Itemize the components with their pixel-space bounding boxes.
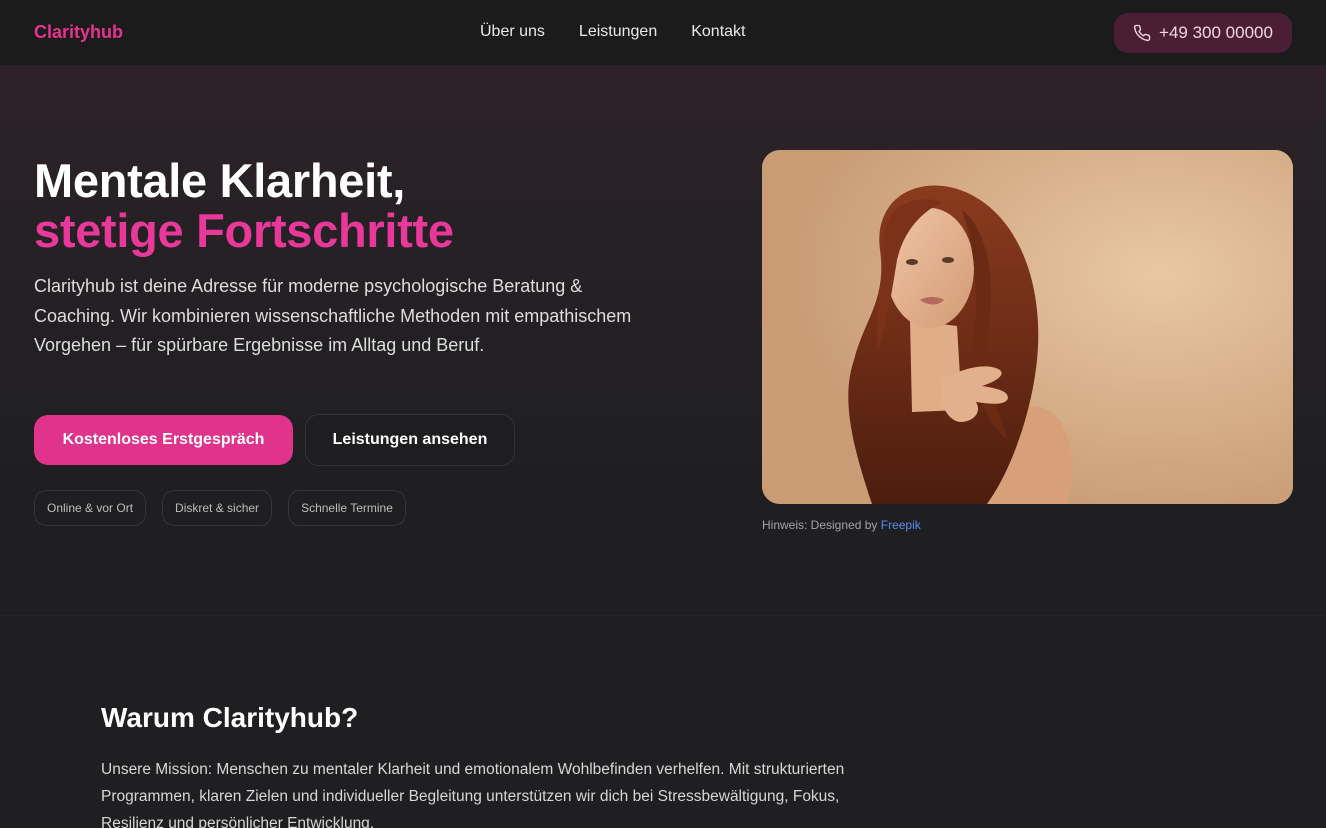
hero-portrait-image <box>762 150 1293 504</box>
about-section-text: Unsere Mission: Menschen zu mentaler Kla… <box>101 761 845 828</box>
tag-discreet: Diskret & sicher <box>162 490 273 526</box>
image-credit: Hinweis: Designed by Freepik <box>762 518 921 532</box>
portrait-illustration <box>762 150 1293 504</box>
image-credit-text: Hinweis: Designed by <box>762 518 878 532</box>
phone-number: +49 300 00000 <box>1159 23 1273 42</box>
hero-title-line2: stetige Fortschritte <box>34 204 454 257</box>
feature-tags: Online & vor Ort Diskret & sicher Schnel… <box>34 490 406 526</box>
logo[interactable]: Clarityhub <box>34 22 123 43</box>
nav-link-services[interactable]: Leistungen <box>579 23 657 41</box>
nav-link-contact[interactable]: Kontakt <box>691 23 745 41</box>
phone-icon <box>1133 24 1151 42</box>
nav-link-about[interactable]: Über uns <box>480 23 545 41</box>
freepik-link[interactable]: Freepik <box>881 518 921 532</box>
free-consultation-button[interactable]: Kostenloses Erstgespräch <box>34 415 293 465</box>
phone-button[interactable]: +49 300 00000 <box>1114 13 1292 53</box>
hero-section: Mentale Klarheit, stetige Fortschritte C… <box>0 66 1326 616</box>
tag-fast-appointments: Schnelle Termine <box>288 490 406 526</box>
main-nav: Über uns Leistungen Kontakt <box>480 23 745 41</box>
top-navigation: Clarityhub Über uns Leistungen Kontakt +… <box>0 0 1326 66</box>
hero-title-line1: Mentale Klarheit, <box>34 154 405 207</box>
hero-lead: Clarityhub ist deine Adresse für moderne… <box>34 276 632 355</box>
view-services-button[interactable]: Leistungen ansehen <box>305 414 515 466</box>
tag-online: Online & vor Ort <box>34 490 147 526</box>
about-section-title: Warum Clarityhub? <box>101 702 359 733</box>
hero-title: Mentale Klarheit, stetige Fortschritte <box>34 156 454 256</box>
